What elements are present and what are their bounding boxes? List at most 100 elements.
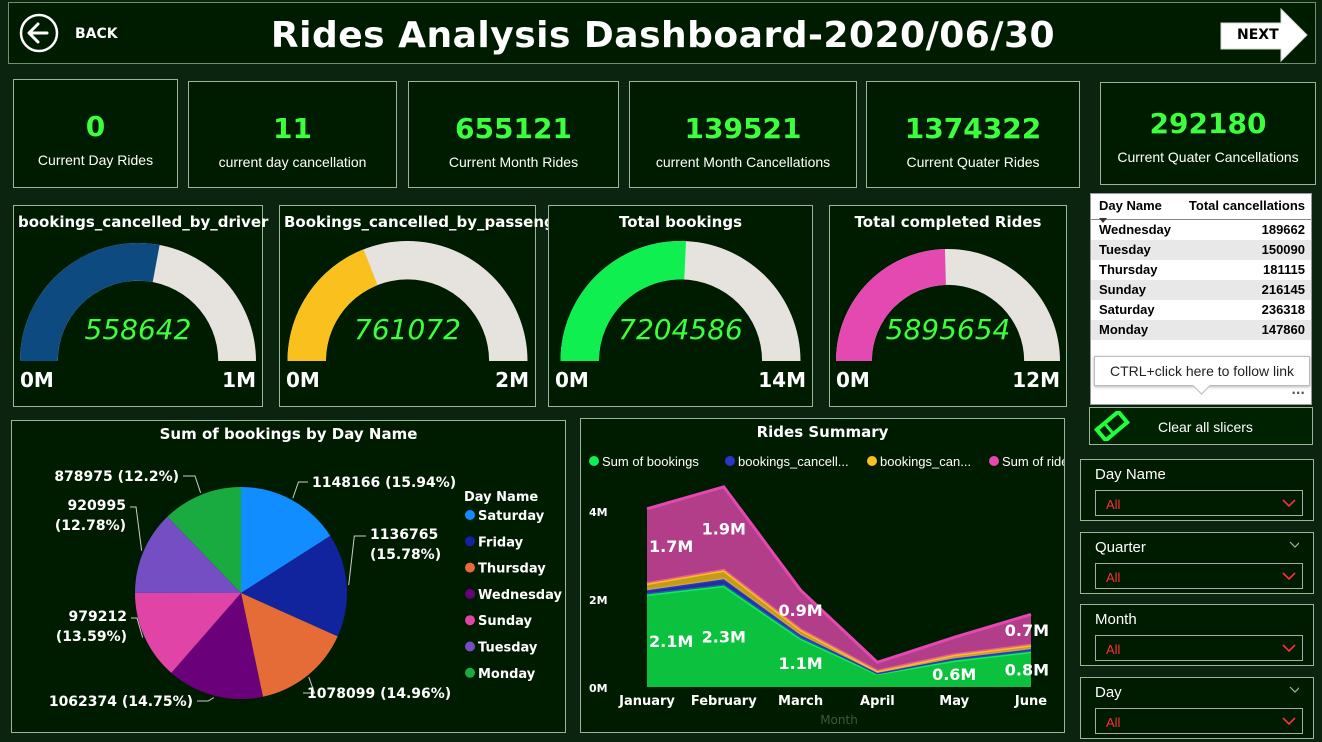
pie-chart: 1148166 (15.94%) 1136765 (15.78%) 1078099 (… — [49, 469, 563, 710]
x-tick-label: March — [778, 694, 823, 709]
x-tick-label: April — [860, 694, 895, 709]
kpi-value: 292180 — [1149, 107, 1267, 140]
area-legend-item[interactable]: Sum of rides — [1002, 454, 1064, 469]
kpi-current-month-rides: 655121 Current Month Rides — [408, 81, 619, 188]
x-tick-label: June — [1014, 694, 1047, 709]
kpi-current-month-cancellations: 139521 current Month Cancellations — [629, 81, 857, 188]
slicer-month: Month All — [1080, 604, 1314, 666]
area-legend-item[interactable]: Sum of bookings — [602, 454, 699, 469]
kpi-value: 139521 — [684, 112, 802, 145]
gauge-min-label: 0M — [836, 368, 870, 392]
sort-arrow-icon — [1099, 218, 1107, 223]
slicer-title: Quarter — [1095, 539, 1146, 556]
slicer-title: Day Name — [1095, 466, 1166, 483]
table-row[interactable]: Thursday 181115 — [1091, 260, 1311, 280]
area-legend-marker — [867, 456, 877, 466]
pie-legend-item[interactable]: Saturday — [478, 509, 545, 524]
pie-leader-line — [292, 481, 308, 499]
pie-data-label: 1148166 (15.94%) — [312, 475, 456, 491]
chevron-down-icon — [1282, 572, 1296, 581]
y-tick-label: 4M — [589, 506, 608, 519]
area-data-label: 0.9M — [778, 601, 822, 620]
collapse-chevron-icon[interactable] — [1289, 541, 1299, 551]
rides-summary-panel[interactable]: Rides Summary Sum of bookings bookings_ca… — [580, 418, 1065, 733]
kpi-label: Current Quater Cancellations — [1117, 149, 1299, 165]
pie-chart-panel[interactable]: Sum of bookings by Day Name 1148166 (15.… — [11, 420, 566, 733]
column-header-day-name[interactable]: Day Name — [1091, 194, 1178, 223]
gauge-total-completed-rides: 5895654 0M 12M Total completed Rides — [829, 205, 1067, 407]
gauge-min-label: 0M — [555, 368, 589, 392]
table-row[interactable]: Wednesday 189662 — [1091, 219, 1311, 240]
gauge-value: 5895654 — [886, 313, 1011, 346]
pie-legend-item[interactable]: Tuesday — [478, 641, 538, 656]
legend-marker — [465, 615, 475, 626]
follow-link-tooltip: CTRL+click here to follow link — [1094, 356, 1310, 395]
table-more-options-icon[interactable]: ··· — [1291, 386, 1305, 400]
kpi-label: Current Day Rides — [37, 152, 154, 168]
legend-marker — [465, 562, 475, 573]
area-legend-marker — [989, 456, 999, 466]
month-dropdown[interactable]: All — [1095, 635, 1303, 661]
pie-legend-item[interactable]: Wednesday — [478, 588, 562, 603]
pie-leader-line — [197, 697, 215, 702]
clear-all-slicers-label: Clear all slicers — [1158, 419, 1253, 435]
pie-legend-item[interactable]: Friday — [478, 535, 524, 550]
dropdown-value: All — [1106, 570, 1121, 585]
cell-cancellations: 189662 — [1177, 219, 1311, 240]
pie-leader-line — [130, 506, 143, 551]
next-button[interactable]: NEXT — [1219, 7, 1309, 63]
gauge-title: Total bookings — [618, 213, 742, 231]
collapse-chevron-icon[interactable] — [1289, 686, 1299, 696]
legend-marker — [465, 667, 475, 678]
slicer-title: Month — [1095, 611, 1137, 628]
area-legend-marker — [725, 456, 735, 466]
kpi-current-quarter-rides: 1374322 Current Quater Rides — [866, 81, 1080, 188]
pie-legend-item[interactable]: Thursday — [478, 562, 546, 577]
table-row[interactable]: Monday 147860 — [1091, 320, 1311, 340]
pie-data-label: 878975 (12.2%) — [54, 469, 179, 485]
table-row[interactable]: Sunday 216145 — [1091, 280, 1311, 300]
pie-leader-line — [183, 475, 202, 493]
x-tick-label: January — [618, 694, 675, 709]
gauge-title: bookings_cancelled_by_driver — [18, 213, 269, 231]
kpi-current-day-rides: 0 Current Day Rides — [13, 79, 178, 188]
area-legend-item[interactable]: bookings_cancell... — [738, 454, 849, 469]
day-name-dropdown[interactable]: All — [1095, 490, 1303, 516]
gauge-title: Total completed Rides — [854, 213, 1042, 231]
pie-legend-title: Day Name — [464, 490, 538, 505]
day-table: Day Name Total cancellations Wednesday 18… — [1091, 194, 1311, 340]
area-legend-marker — [589, 456, 599, 466]
page-title: Rides Analysis Dashboard-2020/06/30 — [270, 15, 1056, 56]
gauge-value: 761072 — [354, 313, 461, 346]
day-dropdown[interactable]: All — [1095, 708, 1303, 734]
quarter-dropdown[interactable]: All — [1095, 563, 1303, 589]
legend-marker — [465, 588, 475, 599]
column-header-total-cancellations[interactable]: Total cancellations — [1177, 194, 1311, 220]
area-data-label: 1.1M — [778, 654, 822, 673]
pie-leader-line — [348, 535, 366, 586]
table-row[interactable]: Tuesday 150090 — [1091, 240, 1311, 260]
slicer-day-name: Day Name All — [1080, 459, 1314, 521]
area-data-label: 0.6M — [932, 665, 976, 684]
slicer-quarter: Quarter All — [1080, 532, 1314, 594]
cell-cancellations: 181115 — [1177, 260, 1311, 280]
dropdown-value: All — [1106, 715, 1121, 730]
area-legend-item[interactable]: bookings_can... — [880, 454, 971, 469]
cell-cancellations: 236318 — [1177, 300, 1311, 320]
x-tick-label: February — [691, 694, 757, 709]
pie-legend-item[interactable]: Sunday — [478, 614, 533, 629]
kpi-value: 0 — [85, 110, 106, 143]
cell-day: Tuesday — [1091, 240, 1178, 260]
gauge-title: Bookings_cancelled_by_passenger — [284, 213, 573, 231]
pie-legend-item[interactable]: Monday — [478, 667, 536, 682]
kpi-value: 11 — [273, 112, 312, 145]
gauge-bookings-cancelled-by-passenger: 761072 0M 2M Bookings_cancelled_by_passeng… — [279, 205, 573, 407]
gauge-max-label: 1M — [222, 368, 256, 392]
table-row[interactable]: Saturday 236318 — [1091, 300, 1311, 320]
clear-all-slicers-button[interactable]: Clear all slicers — [1089, 407, 1313, 445]
pie-data-label: 1062374 (14.75%) — [49, 694, 193, 710]
table-header-row: Day Name Total cancellations — [1091, 194, 1311, 223]
gauge-svg: 761072 0M 2M — [286, 241, 529, 392]
header-bar: BACK Rides Analysis Dashboard-2020/06/30… — [8, 2, 1316, 64]
pie-data-label: 1136765 (15.78%) — [370, 527, 441, 563]
